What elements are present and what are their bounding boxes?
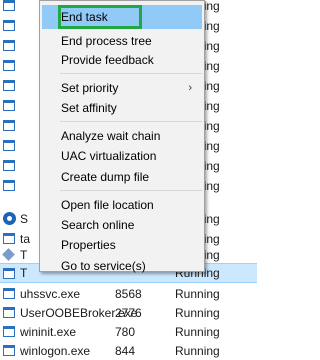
menu-item-label: Create dump file	[61, 170, 150, 184]
process-row[interactable]: wininit.exe 780 Running	[0, 322, 257, 342]
process-name: T	[20, 248, 28, 262]
window-icon	[3, 160, 15, 171]
tools-icon	[3, 249, 15, 260]
menu-item-analyze-wait-chain[interactable]: Analyze wait chain	[42, 125, 202, 147]
window-icon	[3, 20, 15, 31]
menu-item-create-dump-file[interactable]: Create dump file	[42, 166, 202, 188]
menu-item-set-affinity[interactable]: Set affinity	[42, 97, 202, 119]
process-pid: 8568	[115, 287, 142, 301]
gear-icon	[3, 212, 16, 225]
window-icon	[3, 233, 15, 244]
window-icon	[3, 140, 15, 151]
menu-item-label: Properties	[61, 238, 116, 252]
menu-item-label: Provide feedback	[61, 53, 154, 67]
window-icon	[3, 40, 15, 51]
menu-item-label: Open file location	[61, 198, 154, 212]
window-icon	[3, 307, 15, 318]
task-manager-screen: Running Running Running Running Running	[0, 0, 257, 360]
menu-item-uac-virtualization[interactable]: UAC virtualization	[42, 145, 202, 167]
window-icon	[3, 326, 15, 337]
process-name: S	[20, 212, 29, 226]
process-status: Running	[175, 287, 220, 301]
process-row[interactable]: winlogon.exe 844 Running	[0, 341, 257, 360]
process-status: Running	[175, 325, 220, 339]
process-row[interactable]: UserOOBEBroker.exe 2776 Running	[0, 303, 257, 323]
menu-item-provide-feedback[interactable]: Provide feedback	[42, 49, 202, 71]
menu-item-label: UAC virtualization	[61, 149, 157, 163]
menu-item-go-to-services[interactable]: Go to service(s)	[42, 255, 202, 277]
menu-item-label: Search online	[61, 218, 135, 232]
process-name: winlogon.exe	[20, 344, 91, 358]
menu-separator	[60, 73, 202, 74]
menu-item-label: Set priority	[61, 81, 119, 95]
menu-item-search-online[interactable]: Search online	[42, 214, 202, 236]
process-name: T	[20, 266, 28, 280]
process-status: Running	[175, 344, 220, 358]
menu-item-set-priority[interactable]: Set priority ›	[42, 77, 202, 99]
window-icon	[3, 345, 15, 356]
window-icon	[3, 288, 15, 299]
process-name: uhssvc.exe	[20, 287, 81, 301]
menu-item-label: End process tree	[61, 34, 152, 48]
window-icon	[3, 120, 15, 131]
process-name: wininit.exe	[20, 325, 77, 339]
menu-item-open-file-location[interactable]: Open file location	[42, 194, 202, 216]
menu-item-label: Analyze wait chain	[61, 129, 161, 143]
window-icon	[3, 268, 15, 279]
window-icon	[3, 180, 15, 191]
context-menu: End task End process tree Provide feedba…	[39, 0, 205, 273]
menu-item-end-task[interactable]: End task	[58, 5, 142, 29]
process-pid: 780	[115, 325, 136, 339]
window-icon	[3, 60, 15, 71]
process-row[interactable]: uhssvc.exe 8568 Running	[0, 284, 257, 304]
menu-item-properties[interactable]: Properties	[42, 234, 202, 256]
chevron-right-icon: ›	[188, 82, 192, 94]
menu-item-label: Set affinity	[61, 101, 117, 115]
process-pid: 844	[115, 344, 136, 358]
menu-separator	[60, 121, 202, 122]
process-status: Running	[175, 306, 220, 320]
window-icon	[3, 100, 15, 111]
window-icon	[3, 80, 15, 91]
menu-item-label: Go to service(s)	[61, 259, 146, 273]
process-pid: 2776	[115, 306, 142, 320]
window-icon	[3, 0, 15, 11]
menu-item-label: End task	[61, 10, 108, 24]
menu-separator	[60, 190, 202, 191]
